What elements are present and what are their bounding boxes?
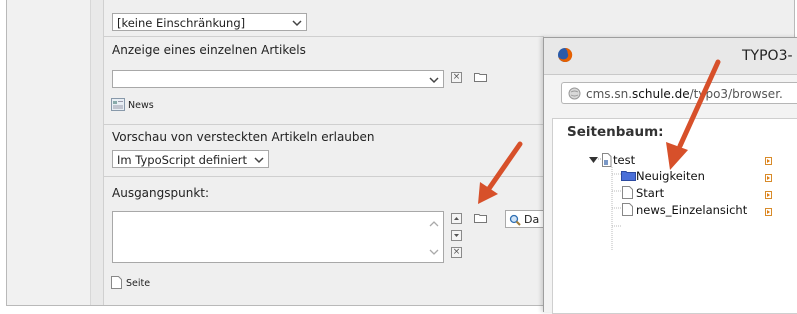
collapse-icon[interactable] <box>589 157 598 164</box>
preview-hidden-label: Vorschau von versteckten Artikeln erlaub… <box>112 130 375 144</box>
clear-selection-button[interactable]: × <box>451 72 462 83</box>
left-panel <box>7 0 91 305</box>
select-page-arrow-button[interactable] <box>765 157 772 165</box>
single-article-label: Anzeige eines einzelnen Artikels <box>112 43 306 57</box>
news-label: News <box>128 100 154 111</box>
chevron-down-icon <box>254 157 264 164</box>
restriction-select-value: [keine Einschränkung] <box>117 16 246 30</box>
magnifier-icon <box>509 214 521 226</box>
globe-icon <box>568 87 581 100</box>
remove-item-button[interactable]: × <box>451 247 462 258</box>
annotation-arrow-folder <box>478 141 523 204</box>
url-prefix: cms.sn. <box>586 87 633 101</box>
folder-icon[interactable] <box>474 213 487 223</box>
window-title: TYPO3- <box>742 48 793 64</box>
single-article-select[interactable] <box>112 70 444 88</box>
page-icon <box>111 276 122 289</box>
move-up-button[interactable] <box>451 213 462 224</box>
tree-item-start[interactable]: Start <box>636 186 664 200</box>
section-divider <box>104 124 544 125</box>
chevron-down-icon <box>429 77 439 84</box>
search-pages-button[interactable]: Da <box>505 210 543 228</box>
page-label: Seite <box>126 278 151 289</box>
news-record-icon <box>111 98 125 111</box>
move-up-icon <box>454 217 459 220</box>
firefox-icon <box>558 47 573 62</box>
search-button-text: Da <box>524 213 540 226</box>
tree-item-test[interactable]: test <box>613 153 635 167</box>
annotation-arrow-tree <box>666 59 721 170</box>
preview-hidden-select[interactable]: Im TypoScript definiert <box>112 150 269 168</box>
chevron-down-icon <box>292 20 302 27</box>
select-page-arrow-button[interactable] <box>765 174 772 182</box>
section-divider <box>104 36 544 37</box>
tree-item-news-einzelansicht[interactable]: news_Einzelansicht <box>636 203 747 217</box>
select-page-arrow-button[interactable] <box>765 208 772 216</box>
left-panel-divider <box>91 0 104 305</box>
start-point-label: Ausgangspunkt: <box>112 186 210 200</box>
move-down-button[interactable] <box>451 230 462 241</box>
start-point-list[interactable] <box>112 211 444 263</box>
page-icon <box>622 186 633 199</box>
scroll-up-icon[interactable] <box>429 220 439 228</box>
folder-blue-icon <box>621 171 636 181</box>
site-root-icon <box>598 153 612 167</box>
select-page-arrow-button[interactable] <box>765 191 772 199</box>
scroll-down-icon[interactable] <box>429 248 439 256</box>
folder-icon[interactable] <box>474 72 487 82</box>
move-down-icon <box>454 234 459 237</box>
page-icon <box>622 203 633 216</box>
preview-hidden-select-value: Im TypoScript definiert <box>117 153 248 167</box>
restriction-select[interactable]: [keine Einschränkung] <box>112 13 307 31</box>
